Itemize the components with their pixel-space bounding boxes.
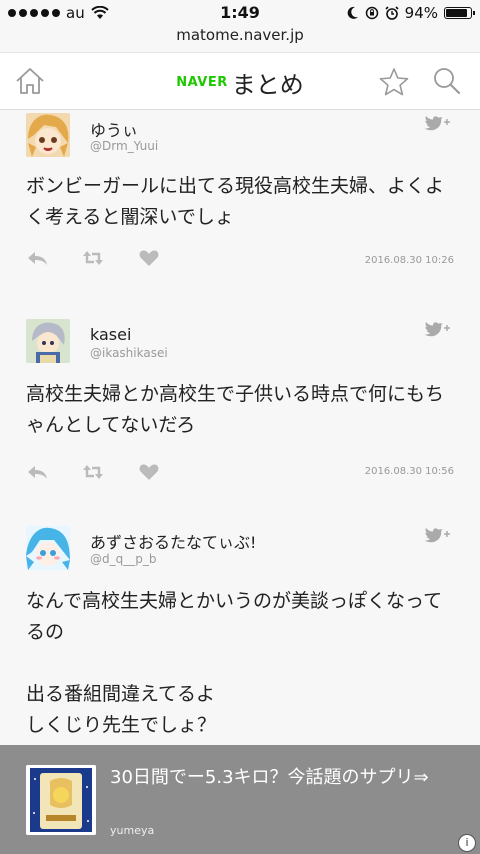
twitter-follow-icon[interactable] <box>424 113 454 131</box>
avatar[interactable] <box>26 113 70 157</box>
brand-matome: まとめ <box>231 71 304 99</box>
star-icon[interactable] <box>378 66 410 98</box>
tweet-timestamp[interactable]: 2016.08.30 10:26 <box>365 255 454 266</box>
ad-thumbnail[interactable] <box>26 765 96 835</box>
ad-info-icon[interactable]: i <box>458 834 476 852</box>
brand-naver: NAVER <box>176 75 228 90</box>
tweet-timestamp[interactable]: 2016.08.30 10:56 <box>365 466 454 477</box>
address-bar[interactable]: matome.naver.jp <box>0 26 480 52</box>
search-icon[interactable] <box>432 66 462 96</box>
alarm-icon <box>385 6 399 20</box>
retweet-icon[interactable] <box>82 249 104 267</box>
ad-banner[interactable]: 30日間でー5.3キロ？今話題のサプリ⇒ yumeya i <box>0 745 480 854</box>
reply-icon[interactable] <box>26 249 48 267</box>
tweet-text: 高校生夫婦とか高校生で子供いる時点で何にもちゃんとしてないだろ <box>26 383 445 436</box>
tweet-author-handle[interactable]: @Drm_Yuui <box>90 139 158 153</box>
moon-icon <box>347 6 358 19</box>
battery-percent: 94% <box>404 4 438 22</box>
tweet-text: ボンビーガールに出てる現役高校生夫婦、よくよく考えると闇深いでしょ <box>26 175 445 228</box>
reply-icon[interactable] <box>26 463 48 481</box>
rotation-lock-icon <box>365 6 378 20</box>
heart-icon[interactable] <box>138 249 160 267</box>
battery-icon <box>444 7 475 19</box>
heart-icon[interactable] <box>138 463 160 481</box>
tweet-actions <box>26 463 160 483</box>
tweet-actions <box>26 249 160 269</box>
ad-source: yumeya <box>110 824 155 837</box>
tweet-author-name[interactable]: kasei <box>90 325 131 344</box>
site-header: NAVER まとめ <box>0 52 480 110</box>
status-bar: au 1:49 94% <box>0 0 480 26</box>
status-right: 94% <box>347 4 475 22</box>
tweet-author-handle[interactable]: @ikashikasei <box>90 346 168 360</box>
tweet-author-name[interactable]: ゆうぃ <box>90 117 138 141</box>
ad-title[interactable]: 30日間でー5.3キロ？今話題のサプリ⇒ <box>110 765 455 791</box>
tweet-author-name[interactable]: あずさおるたなてぃぶ! <box>90 529 256 553</box>
tweet-text: なんで高校生夫婦とかいうのが美談っぽくなってるの 出る番組間違えてるよ しくじり… <box>26 590 443 736</box>
twitter-follow-icon[interactable] <box>424 525 454 543</box>
avatar[interactable] <box>26 526 70 570</box>
tweet-author-handle[interactable]: @d_q__p_b <box>90 552 156 566</box>
tweet-feed[interactable]: ゆうぃ @Drm_Yuui ボンビーガールに出てる現役高校生夫婦、よくよく考える… <box>0 109 480 745</box>
url-text[interactable]: matome.naver.jp <box>176 26 304 44</box>
avatar[interactable] <box>26 319 70 363</box>
retweet-icon[interactable] <box>82 463 104 481</box>
twitter-follow-icon[interactable] <box>424 319 454 337</box>
